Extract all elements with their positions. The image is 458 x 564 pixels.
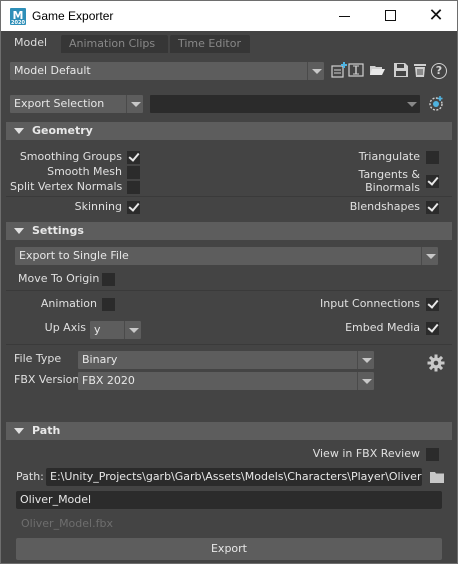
triangulate-checkbox[interactable] <box>426 151 439 164</box>
move-to-origin-checkbox[interactable] <box>102 273 115 286</box>
view-in-fbx-review-label: View in FBX Review <box>312 447 420 460</box>
split-vertex-normals-label: Split Vertex Normals <box>10 180 123 193</box>
export-mode-value: Export Selection <box>14 97 105 110</box>
fbx-version-value: FBX 2020 <box>82 374 135 387</box>
chevron-down-icon <box>403 95 420 113</box>
blendshapes-checkbox[interactable] <box>426 201 439 214</box>
blendshapes-label: Blendshapes <box>349 200 420 213</box>
fbx-version-label: FBX Version <box>14 373 80 386</box>
close-button[interactable]: ✕ <box>413 1 458 31</box>
settings-header-label: Settings <box>32 224 84 237</box>
tab-model[interactable]: Model <box>6 33 59 53</box>
tangents-binormals-checkbox[interactable] <box>426 175 439 188</box>
embed-media-label: Embed Media <box>345 321 420 334</box>
export-to-dropdown[interactable]: Export to Single File <box>15 247 438 265</box>
title-bar: M 2020 Game Exporter ✕ <box>0 0 458 31</box>
path-header-label: Path <box>32 424 61 437</box>
path-field[interactable]: E:\Unity_Projects\garb\Garb\Assets\Model… <box>46 468 422 486</box>
smoothing-groups-label: Smoothing Groups <box>19 150 122 163</box>
embed-media-checkbox[interactable] <box>426 322 439 335</box>
up-axis-value: y <box>94 323 101 336</box>
smooth-mesh-checkbox[interactable] <box>127 166 140 179</box>
smooth-mesh-label: Smooth Mesh <box>47 165 122 178</box>
up-axis-label: Up Axis <box>44 321 86 334</box>
divider <box>6 344 452 345</box>
view-in-fbx-review-checkbox <box>426 448 439 461</box>
path-label: Path: <box>16 470 44 483</box>
path-section-header[interactable]: Path <box>6 422 452 440</box>
tab-time-editor[interactable]: Time Editor <box>170 35 250 53</box>
export-button[interactable]: Export <box>16 538 442 560</box>
chevron-down-icon <box>421 247 438 265</box>
settings-section-header[interactable]: Settings <box>6 222 452 240</box>
animation-label: Animation <box>40 297 97 310</box>
selection-set-icon[interactable] <box>427 95 445 113</box>
tangents-label-line1: Tangents & <box>358 168 420 181</box>
maximize-icon <box>384 9 396 21</box>
maya-app-icon: M 2020 <box>10 8 26 26</box>
tab-animation-clips[interactable]: Animation Clips <box>61 35 168 53</box>
output-file-label: Oliver_Model.fbx <box>21 517 113 530</box>
save-icon[interactable] <box>393 62 409 78</box>
skinning-checkbox[interactable] <box>127 201 140 214</box>
input-connections-checkbox[interactable] <box>426 298 439 311</box>
minimize-icon <box>338 16 350 17</box>
add-preset-icon[interactable] <box>331 62 347 78</box>
help-icon[interactable]: ? <box>431 63 447 79</box>
chevron-down-icon <box>124 321 141 339</box>
file-type-label: File Type <box>14 352 62 365</box>
selection-set-dropdown[interactable] <box>150 95 420 113</box>
divider <box>6 196 452 197</box>
preset-dropdown[interactable]: Model Default <box>10 62 324 80</box>
export-mode-dropdown[interactable]: Export Selection <box>10 95 143 113</box>
collapse-triangle-icon <box>14 228 24 234</box>
input-connections-label: Input Connections <box>320 297 420 310</box>
triangulate-label: Triangulate <box>358 150 420 163</box>
preset-value: Model Default <box>14 64 91 77</box>
chevron-down-icon <box>357 351 374 369</box>
up-axis-dropdown[interactable]: y <box>90 321 141 339</box>
close-icon: ✕ <box>428 5 444 26</box>
minimize-button[interactable] <box>321 1 367 31</box>
tangents-label-line2: Binormals <box>365 181 420 194</box>
move-to-origin-label: Move To Origin <box>18 272 100 285</box>
chevron-down-icon <box>357 372 374 390</box>
skinning-label: Skinning <box>74 200 122 213</box>
fbx-version-dropdown[interactable]: FBX 2020 <box>78 372 374 390</box>
maya-version-mark: 2020 <box>11 20 25 26</box>
gear-icon[interactable] <box>427 354 445 372</box>
delete-icon[interactable] <box>412 62 428 78</box>
folder-icon[interactable] <box>429 469 445 485</box>
divider <box>6 290 452 291</box>
window-title: Game Exporter <box>32 9 114 23</box>
export-to-value: Export to Single File <box>19 249 129 262</box>
chevron-down-icon <box>126 95 143 113</box>
smoothing-groups-checkbox[interactable] <box>127 151 140 164</box>
file-type-value: Binary <box>82 353 118 366</box>
split-vertex-normals-checkbox[interactable] <box>127 181 140 194</box>
collapse-triangle-icon <box>14 428 24 434</box>
maximize-button[interactable] <box>367 1 413 31</box>
file-type-dropdown[interactable]: Binary <box>78 351 374 369</box>
animation-checkbox[interactable] <box>102 298 115 311</box>
geometry-section-header[interactable]: Geometry <box>6 122 452 140</box>
chevron-down-icon <box>307 62 324 80</box>
collapse-triangle-icon <box>14 128 24 134</box>
geometry-header-label: Geometry <box>32 124 93 137</box>
open-folder-icon[interactable] <box>369 62 385 78</box>
edit-preset-icon[interactable] <box>348 62 364 78</box>
filename-field[interactable]: Oliver_Model <box>16 491 442 509</box>
